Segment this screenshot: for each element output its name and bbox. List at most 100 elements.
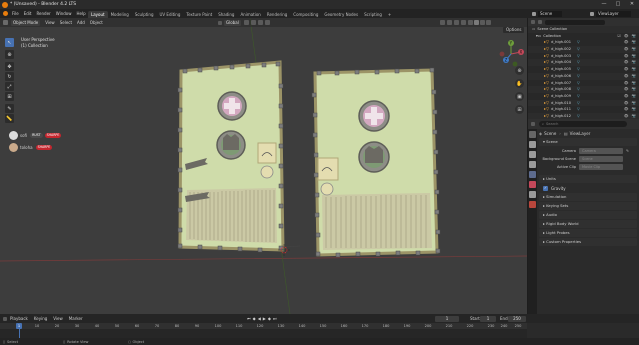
list-item[interactable]: ▸▽ d_high.004 ▽ 👁 📷 (528, 59, 639, 67)
simulation-panel-header[interactable]: ▸ Simulation (539, 193, 637, 201)
tab-texture-paint[interactable]: Texture Paint (183, 11, 215, 18)
visibility-toggles[interactable]: 👁 📷 (624, 100, 637, 107)
audio-panel-header[interactable]: ▸ Audio (539, 211, 637, 219)
scene-collection-icon: ▭ (532, 27, 536, 31)
door-model-right[interactable] (311, 67, 441, 258)
close-button[interactable]: ✕ (625, 0, 639, 9)
list-item[interactable]: ▸▽ d_high.006 ▽ 👁 📷 (528, 72, 639, 80)
modifier-icon: ▽ (577, 87, 580, 92)
scene-tab-icon[interactable] (529, 171, 536, 178)
visibility-toggles[interactable]: 👁 📷 (624, 86, 637, 93)
viewlayer-icon (590, 11, 594, 16)
timeline-track-area[interactable] (0, 329, 527, 338)
maximize-button[interactable]: □ (611, 0, 625, 9)
background-scene-field[interactable]: Scene (579, 156, 623, 162)
visibility-toggles[interactable]: ☑ 👁 📷 (617, 33, 637, 40)
texture-tab-icon[interactable] (529, 201, 536, 208)
camera-field[interactable]: Camera (579, 148, 623, 154)
visibility-toggles[interactable]: 👁 📷 (624, 39, 637, 46)
tab-shading[interactable]: Shading (215, 11, 237, 18)
list-item[interactable]: ▸▽ d_high.009 ▽ 👁 📷 (528, 93, 639, 100)
units-panel-header[interactable]: ▸ Units (539, 175, 637, 183)
scene-selector[interactable]: Scene (532, 10, 563, 17)
output-tab-icon[interactable] (529, 151, 536, 158)
eyedropper-icon[interactable]: ✎ (626, 149, 629, 153)
visibility-toggles[interactable]: 👁 📷 (624, 93, 637, 100)
menu-file[interactable]: File (12, 9, 19, 18)
timeline-editor-icon[interactable] (3, 316, 7, 321)
tab-geometry-nodes[interactable]: Geometry Nodes (321, 11, 361, 18)
outliner-scene-collection[interactable]: ▭ Scene Collection (528, 26, 639, 33)
scene-objects (177, 60, 441, 258)
outliner-collection[interactable]: ▾▭ Collection ☑ 👁 📷 (528, 33, 639, 40)
tool-tab-icon[interactable] (529, 131, 536, 138)
tab-animation[interactable]: Animation (237, 11, 263, 18)
world-tab-icon[interactable] (529, 181, 536, 188)
active-clip-field[interactable]: Movie Clip (579, 164, 623, 170)
gravity-checkbox[interactable]: ✓ (543, 185, 548, 191)
play-icon[interactable]: ▶ (263, 316, 266, 321)
visibility-toggles[interactable]: 👁 📷 (624, 106, 637, 113)
marker-menu[interactable]: Marker (69, 316, 83, 321)
view-layer-tab-icon[interactable] (529, 161, 536, 168)
menu-window[interactable]: Window (56, 9, 72, 18)
menu-edit[interactable]: Edit (24, 9, 32, 18)
outliner-search[interactable] (545, 19, 605, 25)
tab-sculpting[interactable]: Sculpting (132, 11, 157, 18)
scene-panel-header[interactable]: ▾ Scene (539, 138, 637, 146)
gravity-row[interactable]: ✓ Gravity (539, 184, 637, 192)
list-item[interactable]: ▸▽ d_high.002 ▽ 👁 📷 (528, 46, 639, 53)
properties-search[interactable]: ⌕ Search (539, 121, 627, 127)
next-key-icon[interactable]: ◆ (268, 316, 271, 321)
visibility-toggles[interactable]: 👁 📷 (624, 59, 637, 66)
list-item[interactable]: ▸▽ d_high.003 ▽ 👁 📷 (528, 53, 639, 60)
tab-modeling[interactable]: Modeling (108, 11, 132, 18)
list-item[interactable]: ▸▽ d_high.010 ▽ 👁 📷 (528, 99, 639, 107)
visibility-toggles[interactable]: 👁 📷 (624, 46, 637, 53)
visibility-toggles[interactable]: 👁 📷 (624, 66, 637, 73)
list-item[interactable]: ▸▽ d_high.005 ▽ 👁 📷 (528, 66, 639, 73)
jump-start-icon[interactable]: ⏮ (247, 316, 251, 321)
keying-sets-panel-header[interactable]: ▸ Keying Sets (539, 202, 637, 210)
end-frame-field[interactable]: 250 (508, 315, 526, 322)
add-workspace-button[interactable]: + (385, 11, 394, 18)
custom-properties-panel-header[interactable]: ▸ Custom Properties (539, 238, 637, 246)
filter-icon[interactable] (538, 20, 542, 24)
tab-scripting[interactable]: Scripting (361, 11, 385, 18)
light-probes-panel-header[interactable]: ▸ Light Probes (539, 229, 637, 237)
properties-editor-icon[interactable] (531, 122, 535, 126)
view-menu[interactable]: View (53, 316, 63, 321)
rigid-body-world-panel-header[interactable]: ▸ Rigid Body World (539, 220, 637, 228)
play-reverse-icon[interactable]: ◀ (258, 316, 261, 321)
start-frame-field[interactable]: 1 (480, 315, 496, 322)
collection-tab-icon[interactable] (529, 191, 536, 198)
blender-menu-icon[interactable] (3, 11, 8, 16)
tab-compositing[interactable]: Compositing (290, 11, 321, 18)
prev-key-icon[interactable]: ◆ (253, 316, 256, 321)
menu-bar: File Edit Render Window Help Layout Mode… (0, 9, 639, 18)
start-label: Start (470, 315, 480, 321)
tab-rendering[interactable]: Rendering (264, 11, 290, 18)
keying-menu[interactable]: Keying (34, 316, 47, 321)
list-item[interactable]: ▸▽ d_high.007 ▽ 👁 📷 (528, 80, 639, 87)
jump-end-icon[interactable]: ⏭ (273, 316, 277, 321)
list-item[interactable]: ▸▽ d_high.001 ▽ 👁 📷 (528, 39, 639, 46)
visibility-toggles[interactable]: 👁 📷 (624, 80, 637, 87)
menu-help[interactable]: Help (76, 9, 85, 18)
door-model-left[interactable] (177, 60, 285, 253)
list-item[interactable]: ▸▽ d_high.011 ▽ 👁 📷 (528, 106, 639, 113)
visibility-toggles[interactable]: 👁 📷 (624, 73, 637, 80)
modifier-icon: ▽ (577, 40, 580, 45)
viewlayer-selector[interactable]: ViewLayer (590, 10, 631, 17)
3d-viewport[interactable]: Object Mode View Select Add Object Globa… (0, 18, 527, 314)
playback-menu[interactable]: Playback (10, 316, 28, 321)
tab-uv-editing[interactable]: UV Editing (157, 11, 184, 18)
current-frame-field[interactable]: 1 (435, 315, 459, 322)
list-item[interactable]: ▸▽ d_high.008 ▽ 👁 📷 (528, 86, 639, 93)
render-tab-icon[interactable] (529, 141, 536, 148)
minimize-button[interactable]: — (597, 0, 611, 9)
menu-render[interactable]: Render (36, 9, 50, 18)
outliner-editor-icon[interactable] (531, 20, 535, 24)
visibility-toggles[interactable]: 👁 📷 (624, 53, 637, 60)
tab-layout[interactable]: Layout (88, 11, 108, 18)
